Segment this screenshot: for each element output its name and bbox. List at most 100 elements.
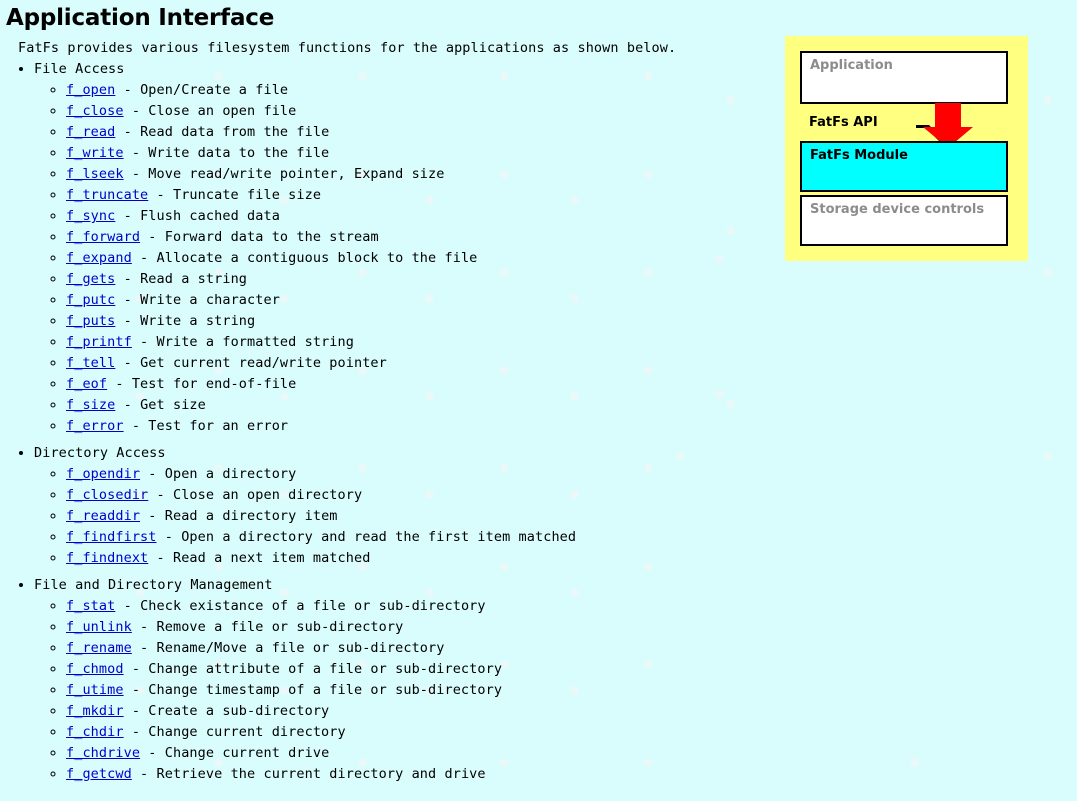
api-function-item: f_utime - Change timestamp of a file or … xyxy=(66,680,1077,701)
api-function-separator: - xyxy=(148,550,173,566)
api-function-description: Truncate file size xyxy=(172,187,322,203)
api-function-separator: - xyxy=(115,292,141,308)
api-function-link[interactable]: f_chmod xyxy=(66,661,124,677)
diagram-layer-storage-device-controls: Storage device controls xyxy=(800,195,1008,246)
api-function-separator: - xyxy=(115,208,141,224)
api-function-description: Read a directory item xyxy=(164,508,338,524)
api-function-description: Check existance of a file or sub-directo… xyxy=(140,598,486,614)
api-function-separator: - xyxy=(131,250,157,266)
api-function-separator: - xyxy=(140,508,165,524)
api-function-link[interactable]: f_lseek xyxy=(66,166,124,182)
api-function-separator: - xyxy=(123,103,149,119)
api-function-separator: - xyxy=(123,166,149,182)
api-function-link[interactable]: f_write xyxy=(66,145,124,161)
page-title: Application Interface xyxy=(6,5,275,31)
api-function-link[interactable]: f_closedir xyxy=(66,487,148,503)
api-function-item: f_printf - Write a formatted string xyxy=(66,332,1077,353)
api-function-item: f_closedir - Close an open directory xyxy=(66,485,1077,506)
api-function-link[interactable]: f_chdrive xyxy=(66,745,140,761)
api-function-description: Rename/Move a file or sub-directory xyxy=(156,640,445,656)
api-function-link[interactable]: f_opendir xyxy=(66,466,140,482)
diagram-layer-storage-label: Storage device controls xyxy=(810,202,985,217)
fatfs-stack-diagram: Application FatFs API FatFs Module Stora… xyxy=(785,36,1028,261)
api-function-description: Write data to the file xyxy=(148,145,330,161)
api-function-description: Read a next item matched xyxy=(172,550,371,566)
api-function-description: Get current read/write pointer xyxy=(140,355,387,371)
api-function-separator: - xyxy=(115,313,141,329)
api-function-separator: - xyxy=(131,619,157,635)
api-function-link[interactable]: f_sync xyxy=(66,208,115,224)
api-function-item: f_findnext - Read a next item matched xyxy=(66,548,1077,569)
api-function-description: Read data from the file xyxy=(140,124,330,140)
api-function-separator: - xyxy=(131,640,157,656)
api-function-separator: - xyxy=(131,334,157,350)
api-function-link[interactable]: f_error xyxy=(66,418,124,434)
api-function-item: f_size - Get size xyxy=(66,395,1077,416)
api-function-description: Write a formatted string xyxy=(156,334,354,350)
api-function-separator: - xyxy=(123,661,149,677)
api-function-link[interactable]: f_readdir xyxy=(66,508,140,524)
api-function-separator: - xyxy=(123,682,149,698)
api-function-separator: - xyxy=(140,229,165,245)
diagram-layer-application-label: Application xyxy=(810,58,893,73)
api-function-separator: - xyxy=(115,598,141,614)
api-function-separator: - xyxy=(140,745,165,761)
api-function-description: Close an open file xyxy=(148,103,297,119)
api-function-separator: - xyxy=(140,466,165,482)
diagram-layer-application: Application xyxy=(800,51,1008,104)
api-function-link[interactable]: f_eof xyxy=(66,376,107,392)
api-function-item: f_stat - Check existance of a file or su… xyxy=(66,596,1077,617)
api-function-link[interactable]: f_gets xyxy=(66,271,115,287)
api-function-description: Open a directory xyxy=(164,466,297,482)
api-function-item: f_getcwd - Retrieve the current director… xyxy=(66,764,1077,785)
api-function-item: f_mkdir - Create a sub-directory xyxy=(66,701,1077,722)
api-function-link[interactable]: f_findnext xyxy=(66,550,148,566)
api-function-description: Open a directory and read the first item… xyxy=(181,529,577,545)
api-function-separator: - xyxy=(107,376,132,392)
api-function-link[interactable]: f_open xyxy=(66,82,115,98)
api-function-link[interactable]: f_truncate xyxy=(66,187,148,203)
api-function-description: Move read/write pointer, Expand size xyxy=(148,166,445,182)
api-function-link[interactable]: f_stat xyxy=(66,598,115,614)
api-function-separator: - xyxy=(148,187,173,203)
api-function-link[interactable]: f_puts xyxy=(66,313,115,329)
api-function-separator: - xyxy=(123,724,149,740)
api-function-link[interactable]: f_utime xyxy=(66,682,124,698)
api-function-separator: - xyxy=(115,124,141,140)
api-function-description: Write a character xyxy=(140,292,280,308)
api-function-description: Allocate a contiguous block to the file xyxy=(156,250,478,266)
api-function-description: Open/Create a file xyxy=(140,82,289,98)
api-function-link[interactable]: f_size xyxy=(66,397,115,413)
api-function-link[interactable]: f_close xyxy=(66,103,124,119)
api-function-item: f_chdrive - Change current drive xyxy=(66,743,1077,764)
api-function-link[interactable]: f_printf xyxy=(66,334,132,350)
api-function-link[interactable]: f_putc xyxy=(66,292,115,308)
api-function-item: f_readdir - Read a directory item xyxy=(66,506,1077,527)
api-function-link[interactable]: f_chdir xyxy=(66,724,124,740)
api-function-description: Forward data to the stream xyxy=(164,229,379,245)
api-function-description: Close an open directory xyxy=(172,487,363,503)
api-function-link[interactable]: f_forward xyxy=(66,229,140,245)
api-function-link[interactable]: f_read xyxy=(66,124,115,140)
api-function-item: f_rename - Rename/Move a file or sub-dir… xyxy=(66,638,1077,659)
api-function-link[interactable]: f_tell xyxy=(66,355,115,371)
api-function-link[interactable]: f_expand xyxy=(66,250,132,266)
diagram-fatfs-api-label: FatFs API xyxy=(809,115,878,130)
api-function-separator: - xyxy=(123,418,149,434)
api-function-item: f_putc - Write a character xyxy=(66,290,1077,311)
api-function-item: f_unlink - Remove a file or sub-director… xyxy=(66,617,1077,638)
api-function-link[interactable]: f_mkdir xyxy=(66,703,124,719)
api-function-link[interactable]: f_findfirst xyxy=(66,529,157,545)
api-function-description: Test for end-of-file xyxy=(131,376,297,392)
api-function-separator: - xyxy=(131,766,157,782)
api-function-link[interactable]: f_rename xyxy=(66,640,132,656)
api-function-separator: - xyxy=(123,145,149,161)
api-function-separator: - xyxy=(115,355,141,371)
api-function-description: Write a string xyxy=(140,313,256,329)
api-function-item: f_error - Test for an error xyxy=(66,416,1077,437)
api-function-link[interactable]: f_getcwd xyxy=(66,766,132,782)
api-function-description: Change current drive xyxy=(164,745,330,761)
api-function-description: Change timestamp of a file or sub-direct… xyxy=(148,682,503,698)
api-function-description: Get size xyxy=(140,397,206,413)
api-function-link[interactable]: f_unlink xyxy=(66,619,132,635)
